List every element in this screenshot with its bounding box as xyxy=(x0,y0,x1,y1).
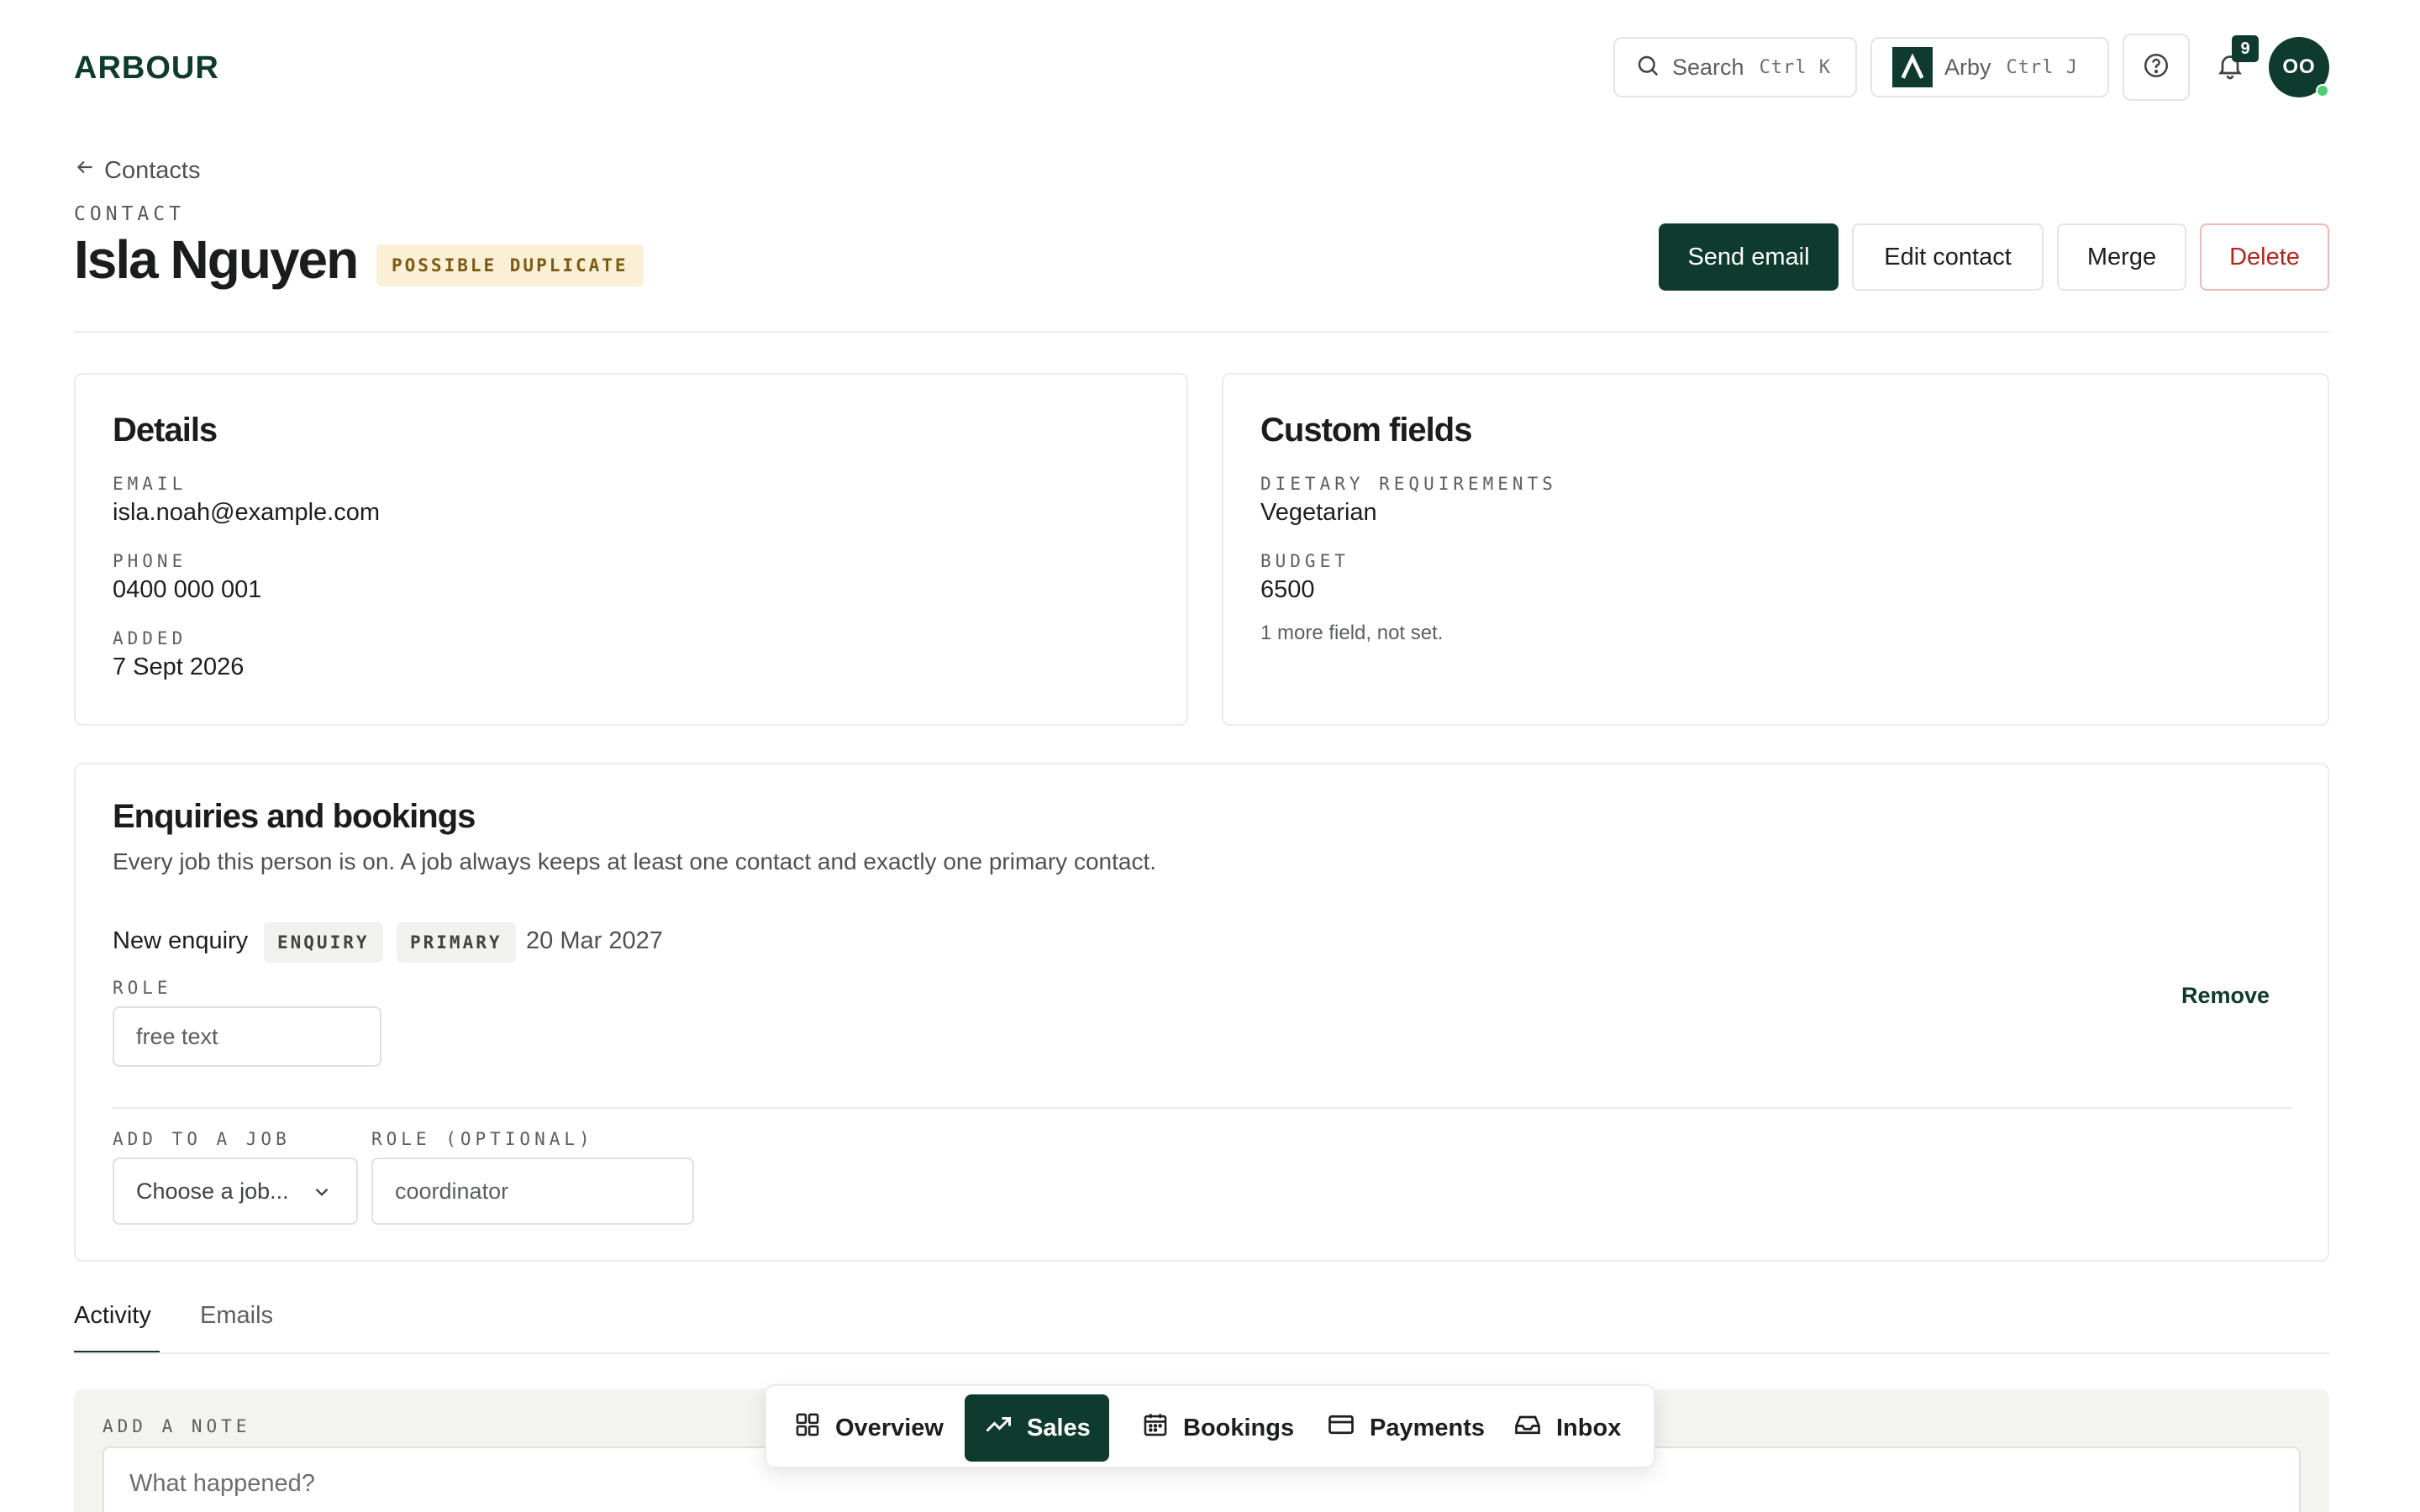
job-select-value: Choose a job... xyxy=(136,1178,289,1204)
page-eyebrow: CONTACT xyxy=(74,203,185,225)
tab-activity[interactable]: Activity xyxy=(74,1302,151,1330)
online-status-dot xyxy=(2316,84,2329,97)
added-label: ADDED xyxy=(113,628,187,648)
dietary-label: DIETARY REQUIREMENTS xyxy=(1260,474,1557,494)
bottom-navigation: Overview Sales Bookings Payments Inbox xyxy=(765,1384,1655,1468)
custom-fields-title: Custom fields xyxy=(1260,412,1472,449)
dietary-value: Vegetarian xyxy=(1260,499,1377,526)
email-label: EMAIL xyxy=(113,474,187,494)
nav-inbox[interactable]: Inbox xyxy=(1494,1394,1639,1462)
back-to-contacts-link[interactable]: Contacts xyxy=(74,156,200,185)
delete-button[interactable]: Delete xyxy=(2200,223,2329,291)
job-select[interactable]: Choose a job... xyxy=(113,1158,358,1225)
enquiries-divider xyxy=(113,1107,2292,1109)
duplicate-badge: POSSIBLE DUPLICATE xyxy=(376,244,644,286)
custom-fields-card: Custom fields DIETARY REQUIREMENTS Veget… xyxy=(1222,373,2329,726)
credit-card-icon xyxy=(1326,1410,1356,1446)
inbox-icon xyxy=(1512,1410,1543,1446)
merge-button[interactable]: Merge xyxy=(2057,223,2186,291)
budget-value: 6500 xyxy=(1260,576,1315,603)
calendar-icon xyxy=(1141,1410,1170,1446)
back-link-label: Contacts xyxy=(104,156,201,184)
details-title: Details xyxy=(113,412,218,449)
header-divider xyxy=(74,331,2329,333)
arby-logo-icon xyxy=(1892,47,1933,87)
nav-sales-label: Sales xyxy=(1027,1414,1091,1441)
trending-up-icon xyxy=(983,1410,1013,1446)
email-value[interactable]: isla.noah@example.com xyxy=(113,499,380,527)
arrow-left-icon xyxy=(74,156,96,185)
notification-count-badge: 9 xyxy=(2232,35,2259,62)
add-role-input[interactable]: coordinator xyxy=(371,1158,694,1225)
details-card: Details EMAIL isla.noah@example.com PHON… xyxy=(74,373,1188,726)
job-role-input[interactable]: free text xyxy=(113,1006,381,1067)
tabs-divider xyxy=(74,1352,2329,1354)
nav-bookings[interactable]: Bookings xyxy=(1123,1394,1313,1462)
grid-icon xyxy=(793,1410,822,1446)
search-button[interactable]: Search Ctrl K xyxy=(1613,37,1857,97)
job-role-placeholder: free text xyxy=(136,1023,218,1049)
nav-sales[interactable]: Sales xyxy=(965,1394,1109,1462)
nav-overview-label: Overview xyxy=(835,1414,944,1441)
search-label: Search xyxy=(1672,54,1744,80)
help-button[interactable] xyxy=(2123,34,2190,101)
edit-contact-button[interactable]: Edit contact xyxy=(1852,223,2044,291)
app-logo[interactable]: ARBOUR xyxy=(74,50,219,87)
phone-label: PHONE xyxy=(113,551,187,571)
nav-payments-label: Payments xyxy=(1370,1414,1486,1441)
enquiries-description: Every job this person is on. A job alway… xyxy=(113,848,1157,874)
nav-overview[interactable]: Overview xyxy=(775,1394,962,1462)
enquiries-card: Enquiries and bookings Every job this pe… xyxy=(74,763,2329,1262)
nav-payments[interactable]: Payments xyxy=(1307,1394,1503,1462)
primary-contact-tag: PRIMARY xyxy=(397,922,516,963)
added-value: 7 Sept 2026 xyxy=(113,654,245,680)
nav-bookings-label: Bookings xyxy=(1183,1414,1295,1441)
add-role-label: ROLE (OPTIONAL) xyxy=(371,1129,594,1149)
job-date: 20 Mar 2027 xyxy=(526,927,663,954)
nav-inbox-label: Inbox xyxy=(1556,1414,1622,1441)
remove-job-button[interactable]: Remove xyxy=(2181,983,2270,1009)
assistant-button[interactable]: Arby Ctrl J xyxy=(1870,37,2109,97)
enquiry-type-tag: ENQUIRY xyxy=(264,922,383,963)
add-role-placeholder: coordinator xyxy=(395,1178,509,1204)
budget-label: BUDGET xyxy=(1260,551,1349,571)
add-to-job-label: ADD TO A JOB xyxy=(113,1129,291,1149)
note-placeholder: What happened? xyxy=(129,1470,315,1497)
search-icon xyxy=(1635,53,1660,82)
help-icon xyxy=(2142,51,2170,84)
job-role-label: ROLE xyxy=(113,978,172,998)
phone-value[interactable]: 0400 000 001 xyxy=(113,576,261,604)
assistant-shortcut: Ctrl J xyxy=(2006,56,2079,78)
more-fields-note: 1 more field, not set. xyxy=(1260,622,1444,644)
search-shortcut: Ctrl K xyxy=(1759,56,1832,78)
send-email-button[interactable]: Send email xyxy=(1659,223,1839,291)
job-name-link[interactable]: New enquiry xyxy=(113,927,248,955)
page-title: Isla Nguyen xyxy=(74,229,359,290)
add-note-label: ADD A NOTE xyxy=(103,1416,251,1436)
tab-emails[interactable]: Emails xyxy=(200,1302,273,1330)
chevron-down-icon xyxy=(311,1181,333,1209)
enquiries-title: Enquiries and bookings xyxy=(113,798,476,835)
assistant-label: Arby xyxy=(1944,54,1991,80)
